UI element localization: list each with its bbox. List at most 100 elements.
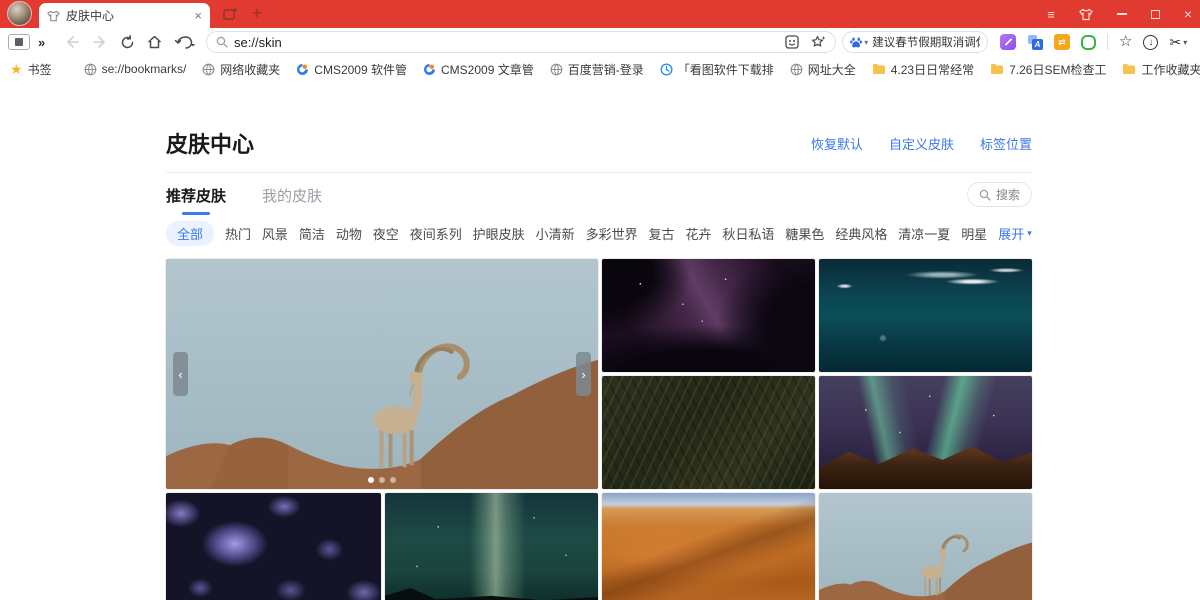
translate-extension-icon[interactable]: A: [1027, 34, 1043, 50]
ibex-illustration: [819, 493, 1032, 600]
category-simple[interactable]: 简洁: [299, 224, 325, 243]
notes-extension-icon[interactable]: [1000, 34, 1016, 50]
quark-extension-icon[interactable]: [1081, 35, 1096, 50]
skin-carousel-ibex[interactable]: ‹ ›: [166, 259, 598, 489]
folder-icon: [990, 63, 1004, 75]
skin-tile-green-milkyway[interactable]: [385, 493, 598, 600]
category-retro[interactable]: 复古: [649, 224, 675, 243]
custom-skin-link[interactable]: 自定义皮肤: [889, 134, 954, 153]
bookmark-folder[interactable]: 7.26日SEM检查工: [990, 61, 1106, 78]
restore-default-link[interactable]: 恢复默认: [811, 134, 863, 153]
tab-my-skins[interactable]: 我的皮肤: [262, 185, 322, 206]
address-bar[interactable]: se://skin: [206, 31, 836, 53]
hot-search-text[interactable]: 建议春节假期取消调休: [872, 34, 980, 50]
browser-tab-skin-center[interactable]: 皮肤中心 ×: [39, 3, 210, 28]
bookmark-item[interactable]: CMS2009 软件管: [296, 61, 407, 78]
add-favorite-icon[interactable]: [811, 35, 826, 49]
category-candy[interactable]: 糖果色: [785, 224, 824, 243]
bookmark-item[interactable]: 网址大全: [790, 61, 856, 78]
tab-recommended-skins[interactable]: 推荐皮肤: [166, 185, 226, 206]
file-transfer-extension-icon[interactable]: ⇄: [1054, 34, 1070, 50]
carousel-dot[interactable]: [390, 477, 396, 483]
category-fresh[interactable]: 小清新: [536, 224, 575, 243]
reader-mode-icon[interactable]: [785, 35, 799, 49]
category-scenery[interactable]: 风景: [262, 224, 288, 243]
screenshot-icon[interactable]: ✂▾: [1169, 34, 1187, 51]
toolbar-divider: [1107, 34, 1108, 50]
bookmark-item[interactable]: 网络收藏夹: [202, 61, 280, 78]
cms-icon: [296, 63, 309, 76]
tab-position-link[interactable]: 标签位置: [980, 134, 1032, 153]
folder-icon: [1122, 63, 1136, 75]
category-colorful[interactable]: 多彩世界: [586, 224, 638, 243]
skin-tile-sand-dune[interactable]: [602, 493, 815, 600]
skin-tile-purple-night-forest[interactable]: [602, 259, 815, 372]
skin-tile-aurora-mountain[interactable]: [819, 376, 1032, 489]
close-icon[interactable]: ×: [1184, 6, 1192, 22]
new-tab-button[interactable]: +: [246, 0, 268, 28]
category-hot[interactable]: 热门: [225, 224, 251, 243]
toolbar-expand-icon[interactable]: »: [38, 35, 52, 50]
globe-icon: [790, 63, 803, 76]
undo-icon[interactable]: [174, 35, 196, 49]
hot-search-caret-icon[interactable]: ▾: [864, 38, 868, 47]
ibex-illustration: [166, 259, 598, 489]
category-night-series[interactable]: 夜间系列: [410, 224, 462, 243]
clock-icon: [660, 63, 673, 76]
expand-categories[interactable]: 展开 ▾: [998, 224, 1032, 243]
category-classic[interactable]: 经典风格: [835, 224, 887, 243]
globe-icon: [550, 63, 563, 76]
carousel-prev-button[interactable]: ‹: [173, 352, 188, 396]
refresh-icon[interactable]: [120, 35, 135, 50]
carousel-dots[interactable]: [368, 477, 396, 483]
reopen-tab-icon[interactable]: [218, 0, 242, 28]
menu-icon[interactable]: ≡: [1047, 7, 1055, 22]
category-stars[interactable]: 明星: [961, 224, 987, 243]
category-cool-summer[interactable]: 清凉一夏: [898, 224, 950, 243]
category-animal[interactable]: 动物: [336, 224, 362, 243]
bookmark-item[interactable]: ★ 书签: [10, 61, 52, 78]
skin-tile-underwater[interactable]: [819, 259, 1032, 372]
skin-shirt-icon[interactable]: [1079, 8, 1093, 21]
star-icon: ★: [10, 63, 23, 75]
page-title: 皮肤中心: [166, 127, 254, 159]
bookmark-folder[interactable]: 工作收藏夹: [1122, 61, 1200, 78]
browser-titlebar: 皮肤中心 × + ≡ ×: [0, 0, 1200, 28]
skin-tile-ibex-small[interactable]: [819, 493, 1032, 600]
tab-close-icon[interactable]: ×: [194, 8, 202, 23]
search-icon: [216, 36, 228, 48]
carousel-next-button[interactable]: ›: [576, 352, 591, 396]
skin-tile-pine-branches[interactable]: [602, 376, 815, 489]
bookmarks-bar: ★ 书签 se://bookmarks/ 网络收藏夹 CMS2009 软件管 C…: [0, 56, 1200, 82]
forward-icon[interactable]: [92, 35, 108, 49]
boss-key-icon[interactable]: [8, 34, 30, 50]
category-eye-care[interactable]: 护眼皮肤: [473, 224, 525, 243]
carousel-dot[interactable]: [379, 477, 385, 483]
minimize-icon[interactable]: [1117, 13, 1127, 15]
category-all[interactable]: 全部: [166, 221, 214, 246]
category-night-sky[interactable]: 夜空: [373, 224, 399, 243]
downloads-icon[interactable]: ↓: [1143, 35, 1158, 50]
skin-search[interactable]: 搜索: [967, 182, 1032, 207]
tab-title: 皮肤中心: [66, 7, 194, 24]
bookmark-item[interactable]: 「看图软件下载排: [660, 61, 774, 78]
category-flowers[interactable]: 花卉: [685, 224, 711, 243]
user-avatar[interactable]: [7, 1, 32, 26]
bookmark-item[interactable]: 百度营销-登录: [550, 61, 644, 78]
back-icon[interactable]: [64, 35, 80, 49]
maximize-icon[interactable]: [1151, 10, 1160, 19]
bookmark-item[interactable]: CMS2009 文章管: [423, 61, 534, 78]
baidu-hot-search[interactable]: ▾ 建议春节假期取消调休: [842, 31, 988, 53]
title-divider: [166, 172, 1032, 173]
skin-tile-jellyfish[interactable]: [166, 493, 381, 600]
favorites-icon[interactable]: ☆: [1119, 34, 1132, 50]
url-text[interactable]: se://skin: [234, 35, 785, 50]
bookmark-folder[interactable]: 4.23日日常经常: [872, 61, 974, 78]
carousel-dot[interactable]: [368, 477, 374, 483]
skin-center-page: 皮肤中心 恢复默认 自定义皮肤 标签位置 推荐皮肤 我的皮肤 搜索 全部 热门 …: [0, 82, 1033, 600]
globe-icon: [84, 63, 97, 76]
home-icon[interactable]: [147, 35, 162, 49]
bookmark-item[interactable]: se://bookmarks/: [84, 62, 187, 76]
category-autumn[interactable]: 秋日私语: [722, 224, 774, 243]
cms-icon: [423, 63, 436, 76]
